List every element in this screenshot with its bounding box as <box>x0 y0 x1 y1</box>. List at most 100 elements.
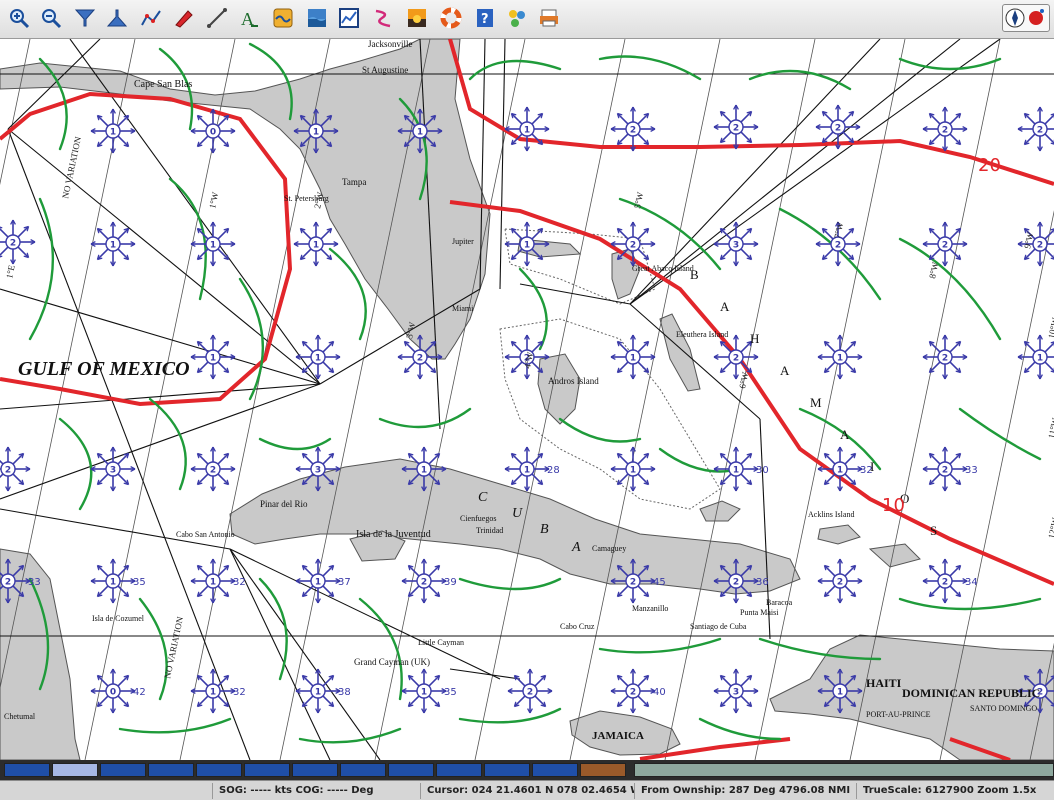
calm-percent-label: 34 <box>965 577 978 588</box>
wind-force-label: 3 <box>733 688 739 698</box>
wind-rose: 2 33 <box>922 446 978 492</box>
wind-force-label: 1 <box>524 126 530 136</box>
wind-force-label: 1 <box>110 578 116 588</box>
variation-label: 5°W <box>632 191 645 210</box>
wind-rose: 2 <box>922 334 968 380</box>
variation-label: 1°E <box>4 264 17 280</box>
wind-force-label: 1 <box>524 466 530 476</box>
label-bahamas-letter: M <box>810 395 822 410</box>
wind-force-label: 2 <box>942 578 948 588</box>
current-arrow <box>258 437 332 451</box>
wind-force-label: 1 <box>313 241 319 251</box>
wind-force-label: 1 <box>315 354 321 364</box>
wind-force-label: 2 <box>10 239 16 249</box>
wind-rose: 1 <box>1017 334 1054 380</box>
wind-rose: 1 <box>401 446 447 492</box>
wind-force-label: 1 <box>1037 354 1043 364</box>
label-cape-san-blas: Cape San Blas <box>134 79 192 90</box>
follow-button[interactable] <box>170 4 196 32</box>
wind-force-label: 2 <box>1037 241 1043 251</box>
nautical-chart-canvas[interactable]: 1 0 1 1 1 2 2 2 2 2 2 1 1 1 1 2 3 2 2 2 1 1 2 2 1 2 1 2 1 2 3 2 3 1 1 28 1 1 3… <box>0 39 1054 760</box>
route-button[interactable] <box>138 4 164 32</box>
scale-down-button[interactable] <box>72 4 98 32</box>
color-scheme-button[interactable] <box>404 4 430 32</box>
status-bar: SOG: ----- kts COG: ----- Deg Cursor: 02… <box>0 780 1054 800</box>
label-isla-cozumel: Isla de Cozumel <box>92 614 145 623</box>
chart-scale-key[interactable] <box>244 763 290 777</box>
label-chetumal: Chetumal <box>4 712 36 721</box>
chart-scale-key[interactable] <box>340 763 386 777</box>
chart-button[interactable] <box>336 4 362 32</box>
wind-rose: 2 40 <box>610 668 666 714</box>
chart-scale-key[interactable] <box>100 763 146 777</box>
measure-button[interactable] <box>204 4 230 32</box>
label-punta-maisi: Punta Maisi <box>740 608 779 617</box>
print-icon <box>540 9 558 27</box>
current-arrow <box>458 577 562 591</box>
wind-force-label: 2 <box>630 688 636 698</box>
wind-rose: 0 42 <box>90 668 146 714</box>
chart-scale-key[interactable] <box>196 763 242 777</box>
calm-percent-label: 32 <box>233 687 246 698</box>
calm-percent-label: 36 <box>756 577 769 588</box>
chart-scale-key[interactable] <box>436 763 482 777</box>
text-icon: A <box>241 9 258 29</box>
eleuthera-land <box>659 313 701 392</box>
wind-rose: 1 <box>504 221 550 267</box>
wind-force-label: 1 <box>421 688 427 698</box>
current-arrow <box>148 397 187 491</box>
label-andros: Andros Island <box>548 376 599 386</box>
chart-scale-key[interactable] <box>388 763 434 777</box>
label-grand-cayman: Grand Cayman (UK) <box>354 657 430 667</box>
measure-icon <box>207 8 227 28</box>
ownship-bearing: From Ownship: 287 Deg 4796.08 NMI <box>634 783 856 799</box>
wind-rose: 1 <box>90 221 136 267</box>
label-bahamas-letter: I <box>870 459 874 474</box>
chart-scale-key[interactable] <box>52 763 98 777</box>
isotherm-label-20: 20 <box>978 155 1001 176</box>
zoom-out-button[interactable] <box>38 4 64 32</box>
chart-scale-key[interactable] <box>4 763 50 777</box>
label-manzanillo: Manzanillo <box>632 604 668 613</box>
variation-label: 4°W <box>522 351 535 370</box>
track-button[interactable] <box>370 4 396 32</box>
label-great-abaco: Great Abaco Island <box>632 264 694 273</box>
chart-scale-key[interactable] <box>148 763 194 777</box>
chart-scale-key[interactable] <box>580 763 626 777</box>
mob-button[interactable] <box>438 4 464 32</box>
cursor-position: Cursor: 024 21.4601 N 078 02.4654 W <box>420 783 634 799</box>
chart-scale-key[interactable] <box>634 763 1054 777</box>
wind-force-label: 1 <box>837 688 843 698</box>
wind-rose: 1 <box>817 668 863 714</box>
chart-scale-key[interactable] <box>532 763 578 777</box>
wind-rose: 2 <box>815 104 861 150</box>
wind-force-label: 3 <box>315 466 321 476</box>
chart-scale-key[interactable] <box>484 763 530 777</box>
help-button[interactable]: ? <box>472 4 498 32</box>
current-arrow <box>898 237 1002 341</box>
scale-up-button[interactable] <box>104 4 130 32</box>
zoom-in-button[interactable] <box>6 4 32 32</box>
calm-percent-label: 40 <box>653 687 666 698</box>
label-pinar-del-rio: Pinar del Rio <box>260 499 308 509</box>
wind-rose: 3 <box>713 668 759 714</box>
text-button[interactable]: A <box>236 4 262 32</box>
wind-force-label: 3 <box>733 241 739 251</box>
wind-rose: 1 <box>397 108 443 154</box>
compass-button[interactable] <box>1002 4 1050 32</box>
label-santiago: Santiago de Cuba <box>690 622 747 631</box>
label-cabo-cruz: Cabo Cruz <box>560 622 595 631</box>
calm-percent-label: 42 <box>133 687 146 698</box>
wind-force-label: 2 <box>5 578 11 588</box>
label-miami: Miami <box>452 304 474 313</box>
chart-scale-key[interactable] <box>292 763 338 777</box>
settings-button[interactable] <box>504 4 530 32</box>
current-arrow <box>598 55 702 81</box>
wind-force-label: 2 <box>630 578 636 588</box>
pilot-chart[interactable]: 1 0 1 1 1 2 2 2 2 22 1 1 1 1 2 3 2 2 21 1 2 2 1 2 1 2 12 3 2 3 1 1 28 1 1 3… <box>0 39 1054 760</box>
wind-force-label: 1 <box>630 354 636 364</box>
wind-rose: 3 <box>295 446 341 492</box>
currents-button[interactable] <box>270 4 296 32</box>
print-button[interactable] <box>536 4 562 32</box>
tides-button[interactable] <box>304 4 330 32</box>
